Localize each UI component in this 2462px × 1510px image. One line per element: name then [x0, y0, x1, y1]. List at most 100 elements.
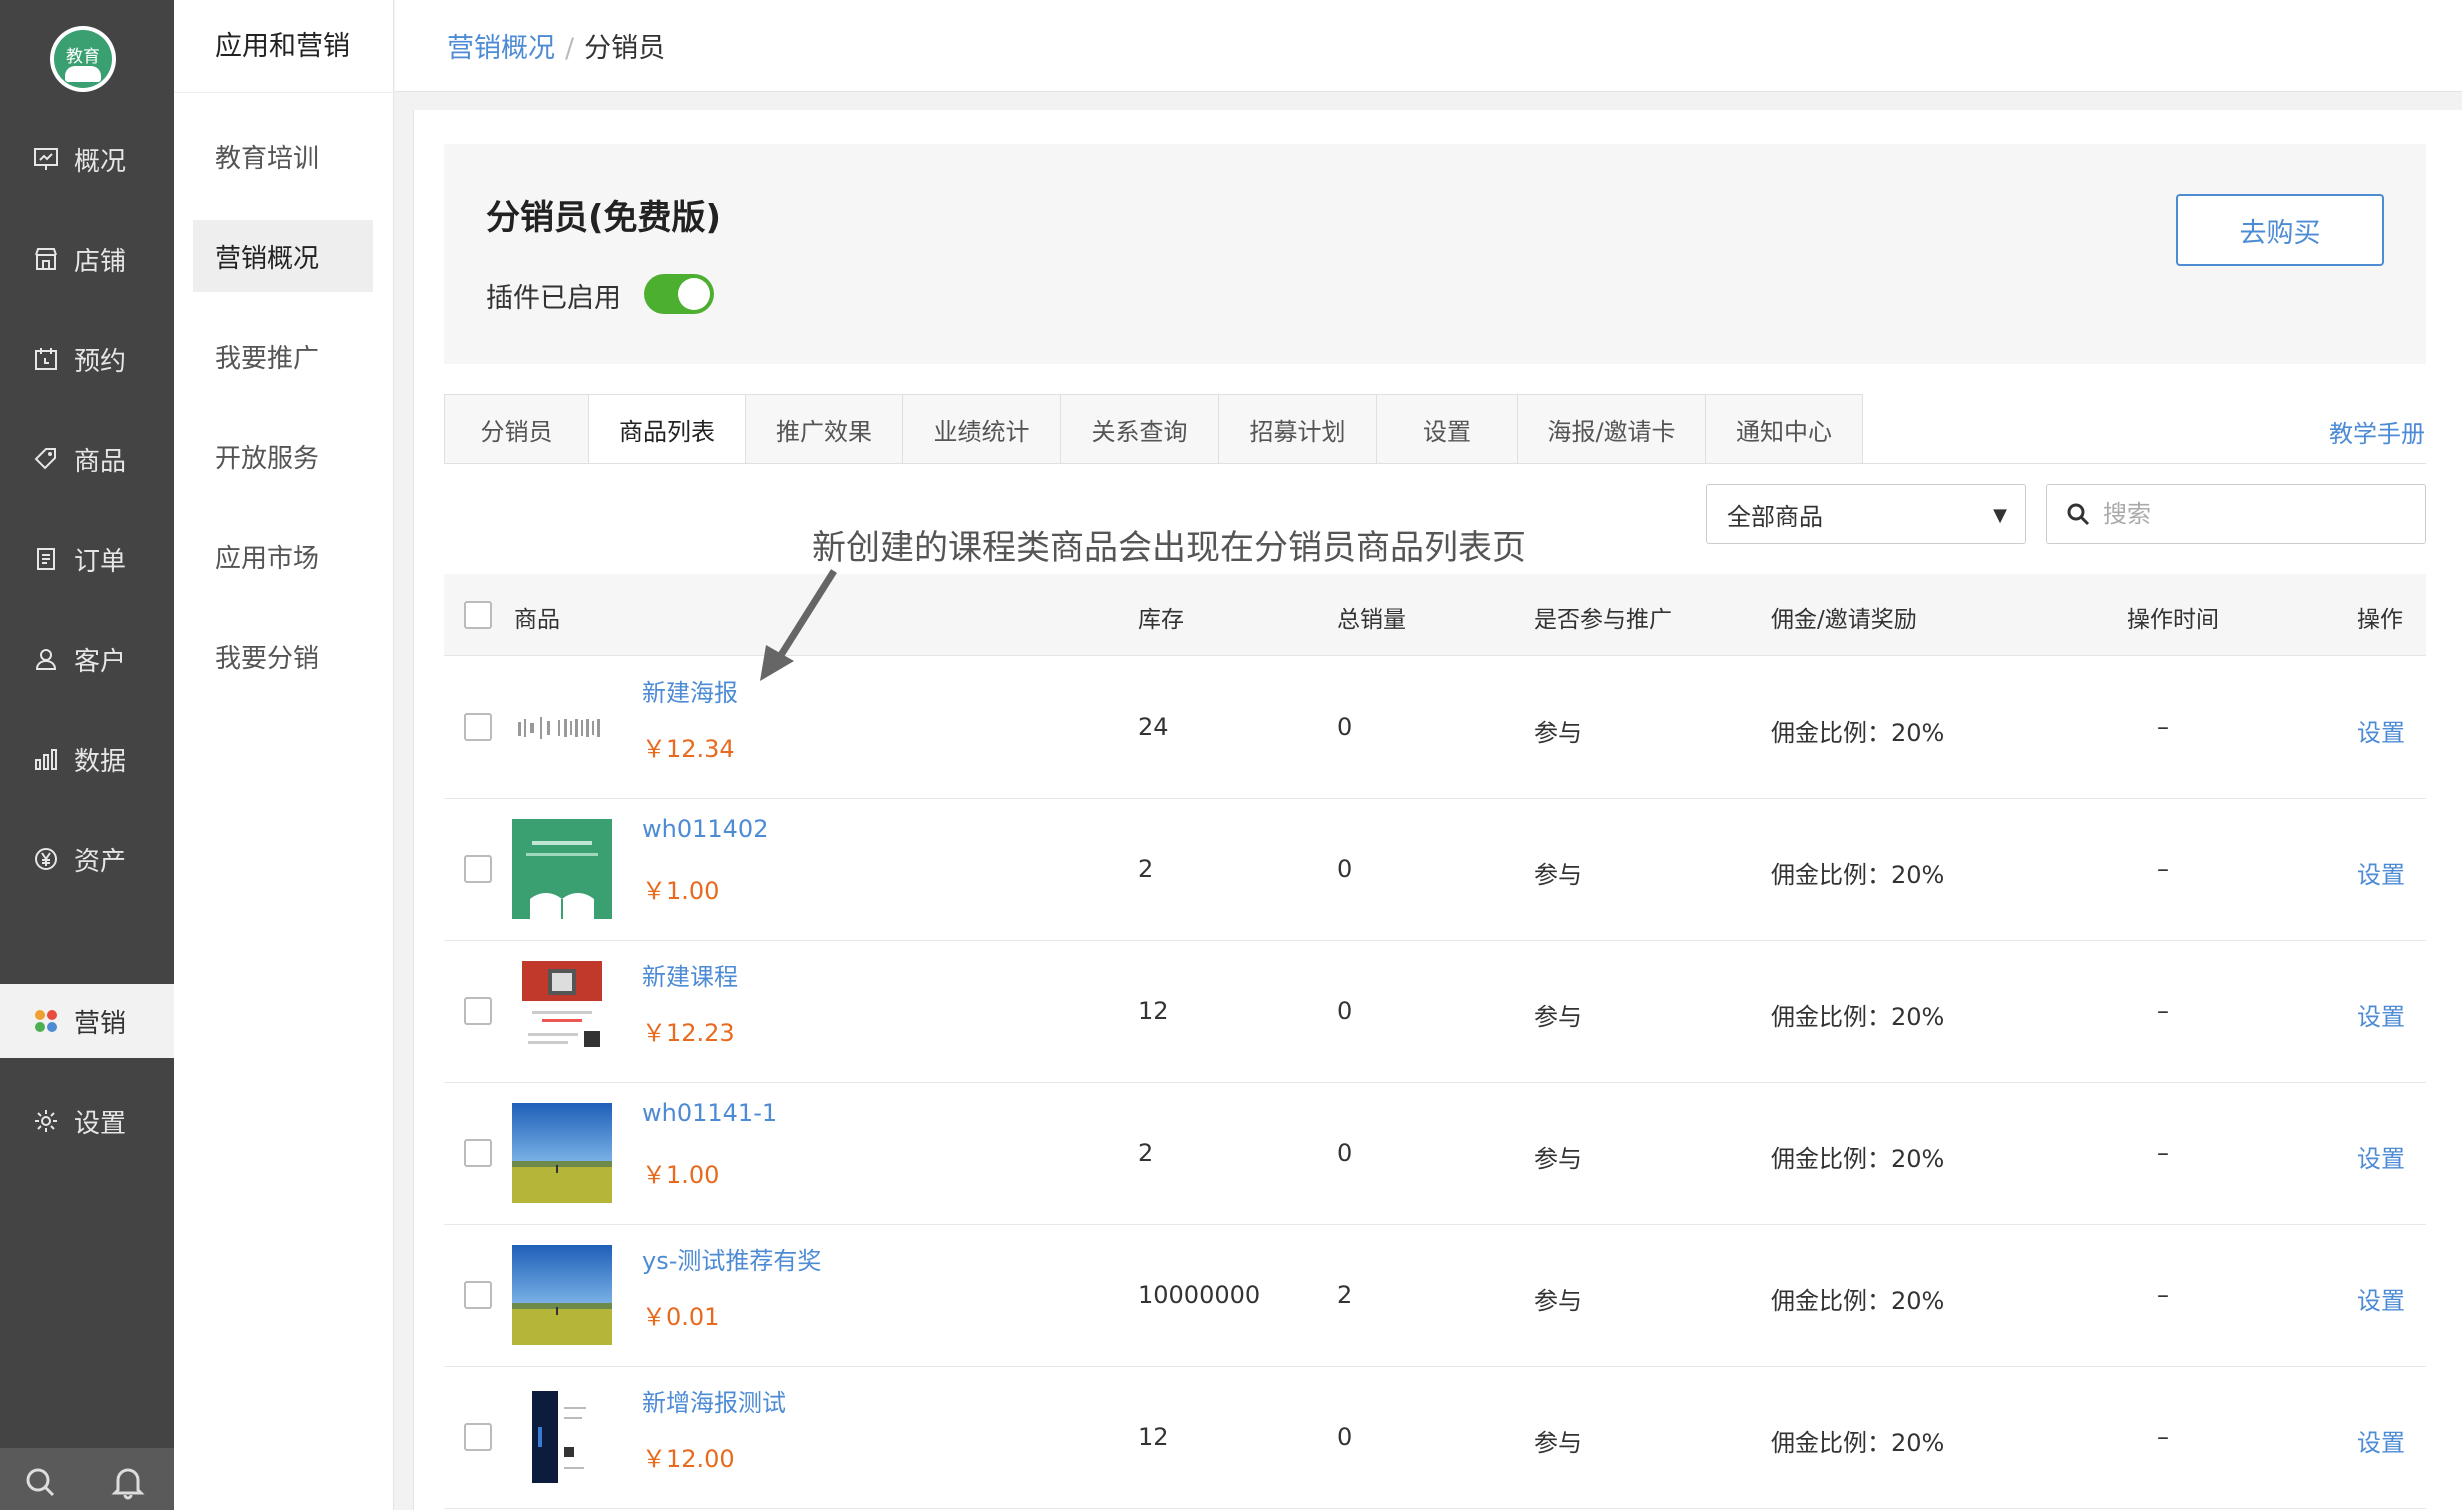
top-bar: 营销概况 / 分销员: [395, 0, 2462, 92]
caret-down-icon: ▼: [1993, 505, 2007, 526]
product-thumbnail[interactable]: [512, 961, 612, 1061]
sidebar-item-label: 商品: [74, 446, 127, 477]
sidebar-item-overview[interactable]: 概况: [0, 122, 174, 196]
subnav-item-distribution[interactable]: 我要分销: [193, 620, 373, 692]
subnav-item-app-market[interactable]: 应用市场: [193, 520, 373, 592]
table-row: ys-测试推荐有奖 ￥0.01 10000000 2 参与 佣金比例：20% –…: [444, 1225, 2426, 1367]
product-name-link[interactable]: ys-测试推荐有奖: [642, 1241, 821, 1276]
plugin-panel: 分销员(免费版) 插件已启用 去购买: [444, 144, 2426, 364]
tab-distributors[interactable]: 分销员: [444, 394, 588, 464]
sidebar-item-label: 店铺: [74, 246, 127, 277]
commission-value: 佣金比例：20%: [1771, 1429, 1945, 1457]
sidebar-item-marketing[interactable]: 营销: [0, 984, 174, 1058]
tab-product-list[interactable]: 商品列表: [588, 394, 745, 464]
col-participate: 是否参与推广: [1534, 607, 1672, 633]
select-all-checkbox[interactable]: [464, 601, 492, 629]
buy-button[interactable]: 去购买: [2176, 194, 2384, 266]
calendar-icon: [32, 345, 60, 373]
search-input[interactable]: [2103, 500, 2403, 528]
gear-icon: [32, 1107, 60, 1135]
annotation-text: 新创建的课程类商品会出现在分销员商品列表页: [812, 528, 1526, 568]
row-checkbox[interactable]: [464, 997, 492, 1025]
row-checkbox[interactable]: [464, 1423, 492, 1451]
plugin-enabled-toggle[interactable]: [644, 274, 714, 314]
commission-value: 佣金比例：20%: [1771, 1287, 1945, 1315]
sidebar-item-store[interactable]: 店铺: [0, 222, 174, 296]
sidebar-item-settings[interactable]: 设置: [0, 1084, 174, 1158]
search-field[interactable]: [2046, 484, 2426, 544]
sidebar-item-goods[interactable]: 商品: [0, 422, 174, 496]
subnav-item-education[interactable]: 教育培训: [193, 120, 373, 192]
row-checkbox[interactable]: [464, 713, 492, 741]
table-row: wh011402 ￥1.00 2 0 参与 佣金比例：20% – 设置: [444, 799, 2426, 941]
main-sidebar: 教育 概况 店铺 预约 商品 订单 客户 数据 资产 营销 设置: [0, 0, 174, 1510]
subnav-item-open-services[interactable]: 开放服务: [193, 420, 373, 492]
tab-bar: 分销员 商品列表 推广效果 业绩统计 关系查询 招募计划 设置 海报/邀请卡 通…: [444, 394, 1863, 464]
product-thumbnail[interactable]: [512, 1387, 612, 1487]
sales-value: 0: [1337, 713, 1353, 741]
tab-posters[interactable]: 海报/邀请卡: [1517, 394, 1705, 464]
sales-value: 0: [1337, 855, 1353, 883]
tab-promotion-effect[interactable]: 推广效果: [745, 394, 902, 464]
col-action: 操作: [2357, 607, 2403, 633]
product-price: ￥12.00: [642, 1445, 735, 1473]
participate-value: 参与: [1534, 861, 1582, 889]
sales-value: 0: [1337, 1423, 1353, 1451]
sidebar-item-assets[interactable]: 资产: [0, 822, 174, 896]
row-settings-link[interactable]: 设置: [2357, 713, 2405, 748]
sidebar-item-data[interactable]: 数据: [0, 722, 174, 796]
product-name-link[interactable]: 新建海报: [642, 673, 738, 708]
row-settings-link[interactable]: 设置: [2357, 1139, 2405, 1174]
row-settings-link[interactable]: 设置: [2357, 855, 2405, 890]
col-op-time: 操作时间: [2127, 607, 2219, 633]
op-time-value: –: [2157, 1281, 2169, 1309]
tag-icon: [32, 445, 60, 473]
sidebar-item-customers[interactable]: 客户: [0, 622, 174, 696]
subnav-item-promote[interactable]: 我要推广: [193, 320, 373, 392]
tab-notifications[interactable]: 通知中心: [1705, 394, 1863, 464]
bell-icon[interactable]: [110, 1464, 146, 1500]
tabs-divider: [444, 463, 2426, 464]
tab-relationship[interactable]: 关系查询: [1060, 394, 1218, 464]
breadcrumb-parent-link[interactable]: 营销概况: [447, 33, 555, 64]
store-icon: [32, 245, 60, 273]
row-checkbox[interactable]: [464, 1139, 492, 1167]
product-price: ￥1.00: [642, 1161, 720, 1189]
subnav-item-marketing-overview[interactable]: 营销概况: [193, 220, 373, 292]
product-name-link[interactable]: 新增海报测试: [642, 1383, 786, 1418]
product-thumbnail[interactable]: [512, 677, 612, 777]
sidebar-item-label: 设置: [74, 1108, 127, 1139]
row-settings-link[interactable]: 设置: [2357, 1423, 2405, 1458]
product-price: ￥12.23: [642, 1019, 735, 1047]
sidebar-item-label: 客户: [74, 646, 127, 677]
sidebar-item-label: 数据: [74, 746, 127, 777]
monitor-icon: [32, 145, 60, 173]
product-name-link[interactable]: wh01141-1: [642, 1099, 777, 1127]
tab-settings[interactable]: 设置: [1376, 394, 1517, 464]
sidebar-item-orders[interactable]: 订单: [0, 522, 174, 596]
shop-logo[interactable]: 教育: [50, 26, 116, 92]
secondary-sidebar: 应用和营销 教育培训 营销概况 我要推广 开放服务 应用市场 我要分销: [174, 0, 394, 1510]
product-filter-select[interactable]: 全部商品 ▼: [1706, 484, 2026, 544]
op-time-value: –: [2157, 855, 2169, 883]
row-settings-link[interactable]: 设置: [2357, 997, 2405, 1032]
row-checkbox[interactable]: [464, 1281, 492, 1309]
stock-value: 2: [1138, 1139, 1154, 1167]
product-thumbnail[interactable]: [512, 1245, 612, 1345]
row-settings-link[interactable]: 设置: [2357, 1281, 2405, 1316]
participate-value: 参与: [1534, 1003, 1582, 1031]
product-name-link[interactable]: 新建课程: [642, 957, 738, 992]
search-icon[interactable]: [22, 1464, 58, 1500]
participate-value: 参与: [1534, 1287, 1582, 1315]
sales-value: 2: [1337, 1281, 1353, 1309]
product-name-link[interactable]: wh011402: [642, 815, 768, 843]
sidebar-item-booking[interactable]: 预约: [0, 322, 174, 396]
manual-link[interactable]: 教学手册: [2329, 414, 2425, 449]
row-checkbox[interactable]: [464, 855, 492, 883]
tab-recruitment[interactable]: 招募计划: [1218, 394, 1376, 464]
tab-performance[interactable]: 业绩统计: [902, 394, 1060, 464]
product-thumbnail[interactable]: [512, 819, 612, 919]
commission-value: 佣金比例：20%: [1771, 1145, 1945, 1173]
breadcrumb-separator: /: [565, 33, 575, 64]
product-thumbnail[interactable]: [512, 1103, 612, 1203]
